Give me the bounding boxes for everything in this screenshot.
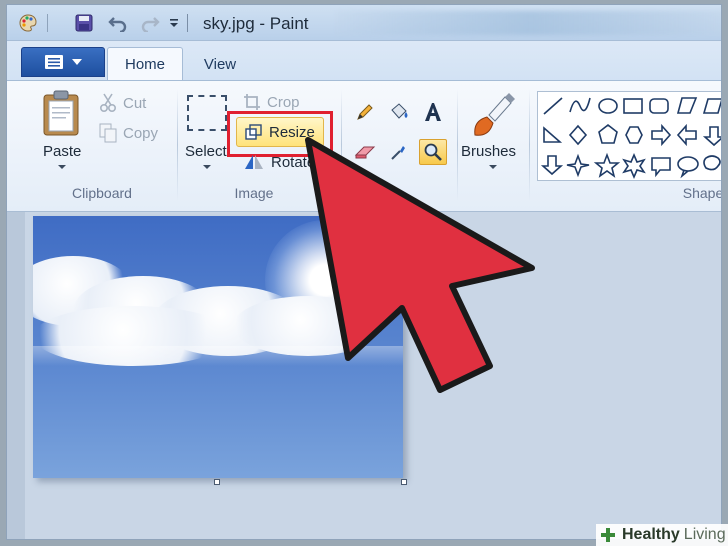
rotate-icon bbox=[245, 155, 263, 169]
paste-dropdown-icon[interactable] bbox=[58, 165, 66, 169]
cut-label: Cut bbox=[123, 94, 147, 112]
scissors-icon bbox=[99, 93, 117, 113]
qa-separator bbox=[47, 14, 48, 32]
group-separator bbox=[177, 89, 178, 201]
watermark: Healthy Living bbox=[596, 524, 728, 546]
pencil-icon[interactable] bbox=[351, 99, 379, 125]
undo-icon[interactable] bbox=[107, 12, 129, 34]
save-icon[interactable] bbox=[73, 12, 95, 34]
fill-icon[interactable] bbox=[385, 99, 413, 125]
resize-icon bbox=[245, 124, 262, 140]
clipboard-group-label: Clipboard bbox=[72, 185, 132, 201]
watermark-brand: Healthy bbox=[622, 526, 680, 543]
blurred-background-tabs bbox=[337, 11, 721, 35]
menu-icon bbox=[45, 55, 63, 69]
redo-icon[interactable] bbox=[139, 12, 161, 34]
select-dropdown-icon[interactable] bbox=[203, 165, 211, 169]
title-bar: sky.jpg - Paint bbox=[7, 5, 721, 41]
shapes-group-label: Shape bbox=[682, 185, 722, 201]
paint-app-icon[interactable] bbox=[17, 12, 39, 34]
workspace-left-edge bbox=[7, 212, 25, 539]
copy-button[interactable]: Copy bbox=[99, 123, 158, 143]
paste-button[interactable] bbox=[41, 89, 81, 137]
clipboard-icon bbox=[43, 90, 79, 136]
tab-view[interactable]: View bbox=[187, 47, 253, 81]
ribbon-tab-row: Home View bbox=[7, 41, 721, 81]
watermark-brand-light: Living bbox=[683, 526, 726, 543]
crop-button[interactable]: Crop bbox=[243, 93, 300, 111]
tab-home[interactable]: Home bbox=[107, 47, 183, 81]
select-icon[interactable] bbox=[187, 95, 227, 131]
shapes-gallery[interactable] bbox=[537, 91, 721, 181]
title-separator bbox=[187, 14, 188, 32]
pointer-arrow-icon bbox=[305, 137, 535, 393]
window-title: sky.jpg - Paint bbox=[203, 14, 309, 33]
paint-menu-button[interactable] bbox=[21, 47, 105, 77]
customize-quick-access-icon[interactable] bbox=[163, 12, 185, 34]
copy-icon bbox=[99, 123, 117, 143]
leaf-plus-icon bbox=[601, 528, 615, 542]
copy-label: Copy bbox=[123, 124, 159, 142]
text-icon[interactable] bbox=[419, 99, 447, 125]
shapes-grid bbox=[540, 97, 721, 180]
resize-handle-bottom[interactable] bbox=[214, 479, 220, 485]
select-label[interactable]: Select bbox=[185, 143, 227, 160]
paste-label: Paste bbox=[43, 143, 82, 160]
crop-label: Crop bbox=[267, 93, 300, 111]
chevron-down-icon bbox=[72, 59, 82, 65]
crop-icon bbox=[244, 94, 260, 110]
resize-handle-corner[interactable] bbox=[401, 479, 407, 485]
cut-button[interactable]: Cut bbox=[99, 93, 146, 113]
